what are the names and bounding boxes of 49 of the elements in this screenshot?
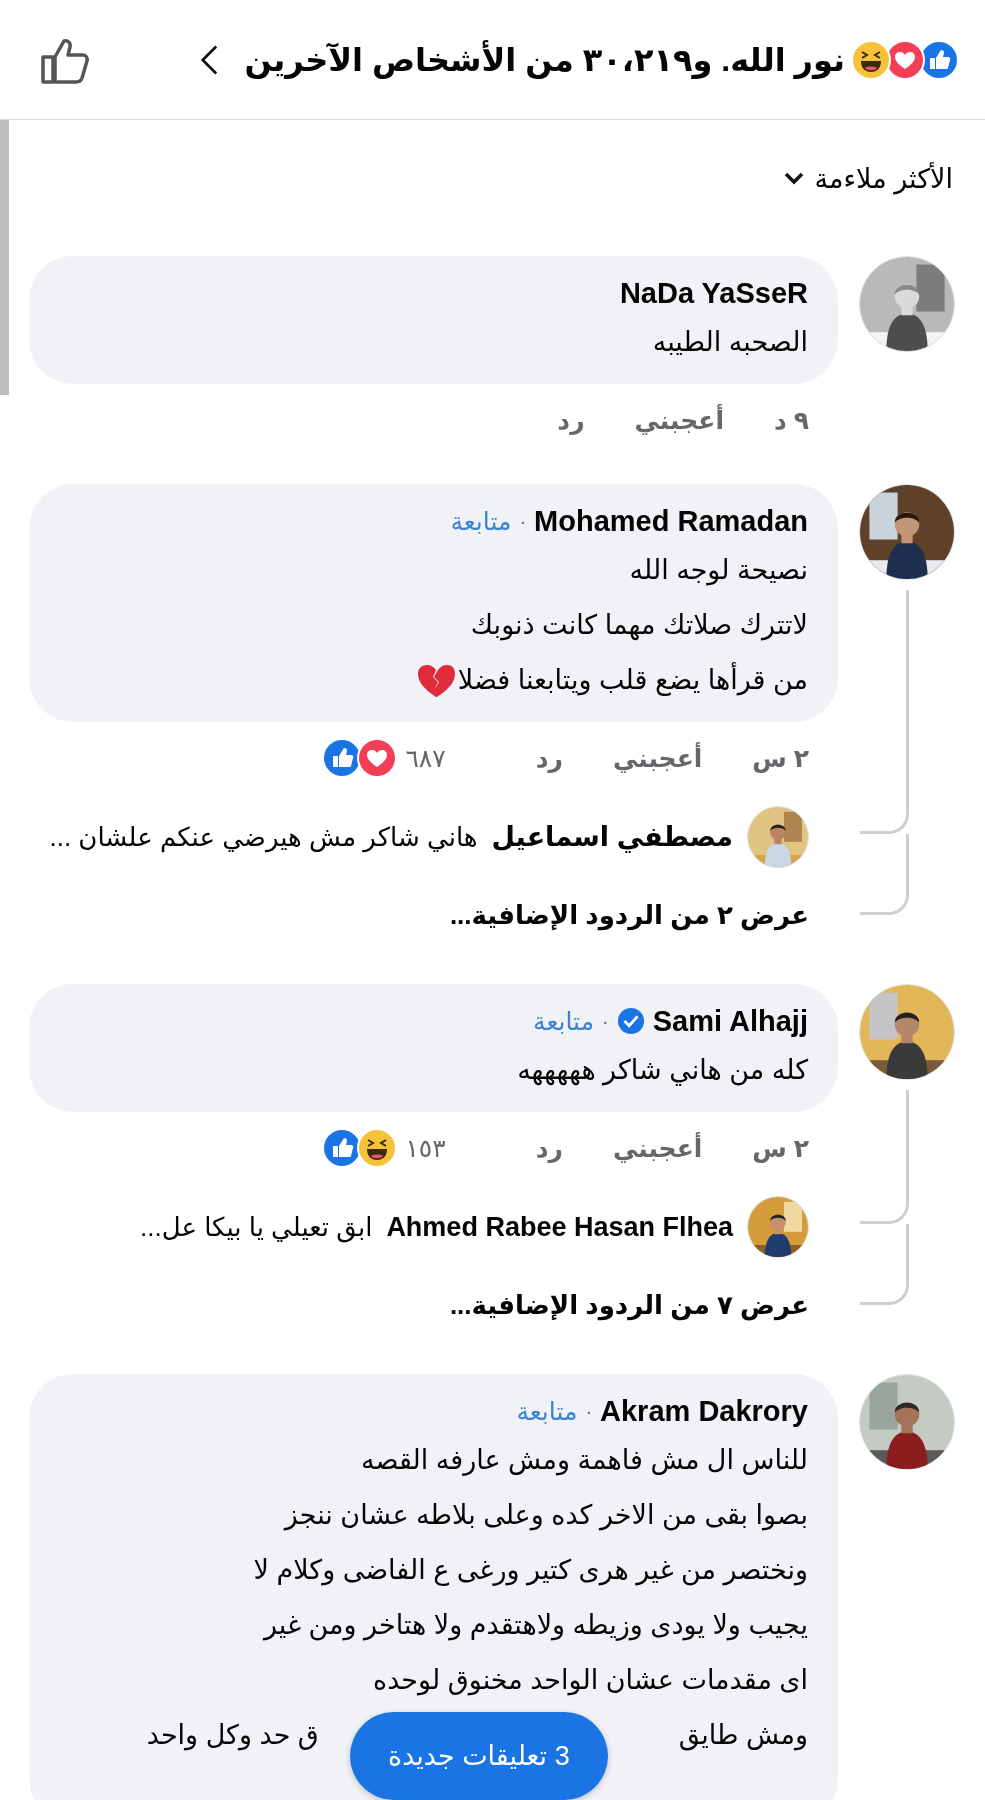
reply-author[interactable]: Ahmed Rabee Hasan Flhea <box>386 1211 733 1243</box>
chevron-icon[interactable] <box>200 43 219 76</box>
comment-text: ونختصر من غير هرى كتير ورغى ع الفاضى وكلام لا <box>253 1554 808 1588</box>
follow-link[interactable]: متابعة <box>516 1396 578 1426</box>
author-name[interactable]: Akram Dakrory <box>600 1394 808 1428</box>
comment-text: يجيب ولا يودى وزيطه ولاهتقدم ولا هتاخر ومن غير <box>263 1609 808 1643</box>
comment-time: ٢ س <box>752 743 809 773</box>
reaction-count[interactable]: ١٥٣ <box>405 1133 446 1163</box>
separator-dot: · <box>519 509 527 533</box>
new-comments-button[interactable]: 3 تعليقات جديدة <box>350 1712 608 1800</box>
reaction-count[interactable]: ٦٨٧ <box>405 743 446 773</box>
comment-text: ق حد وكل واحد <box>146 1719 319 1753</box>
follow-link[interactable]: متابعة <box>450 506 512 536</box>
scroll-bar[interactable] <box>0 120 9 395</box>
haha-reaction-icon <box>357 1128 398 1168</box>
haha-reaction-icon <box>851 39 891 80</box>
broken-heart-icon <box>415 662 456 699</box>
comment-text: من قرأها يضع قلب ويتابعنا فضلا <box>457 653 808 708</box>
like-link[interactable]: أعجبني <box>634 405 724 435</box>
love-reaction-icon <box>357 738 398 778</box>
comment-text: كله من هاني شاكر هههههه <box>517 1054 808 1088</box>
separator-dot: · <box>585 1399 593 1423</box>
reactors-title[interactable]: نور الله. و٣٠،٢١٩ من الأشخاص الآخرين <box>244 40 845 79</box>
comment-text: اى مقدمات عشان الواحد مخنوق لوحده <box>373 1664 808 1698</box>
more-replies-link[interactable]: عرض ٢ من الردود الإضافية... <box>449 890 838 940</box>
author-name[interactable]: NaDa YaSseR <box>619 276 808 310</box>
reply-link[interactable]: رد <box>535 1133 563 1163</box>
reply-text: ابق تعيلي يا بيكا عل... <box>140 1211 373 1243</box>
chevron-down-icon <box>784 172 805 186</box>
reply-text: هاني شاكر مش هيرضي عنكم علشان ... <box>49 821 478 853</box>
sort-dropdown[interactable]: الأكثر ملاءمة <box>784 158 953 200</box>
comment-text: لاتترك صلاتك مهما كانت ذنوبك <box>470 609 808 643</box>
comment-text: الصحبه الطيبه <box>652 326 808 359</box>
reply-link[interactable]: رد <box>535 743 563 773</box>
comment-time: ٢ س <box>752 1133 809 1163</box>
comment-text: ومش طايق <box>678 1719 808 1753</box>
like-link[interactable]: أعجبني <box>612 743 703 773</box>
author-name[interactable]: Mohamed Ramadan <box>534 504 808 538</box>
comment-time: ٩ د <box>773 405 809 435</box>
separator-dot: · <box>602 1009 609 1033</box>
comment-text: نصيحة لوجه الله <box>629 554 808 588</box>
more-replies-link[interactable]: عرض ٧ من الردود الإضافية... <box>449 1280 838 1330</box>
reply-link[interactable]: رد <box>557 405 585 435</box>
reply-author[interactable]: مصطفي اسماعيل <box>491 821 733 853</box>
comment-text: بصوا بقى من الاخر كده وعلى بلاطه عشان ننجز <box>284 1499 808 1533</box>
follow-link[interactable]: متابعة <box>533 1006 595 1036</box>
comment-text: للناس ال مش فاهمة ومش عارفه القصه <box>361 1444 808 1478</box>
like-link[interactable]: أعجبني <box>612 1133 703 1163</box>
author-name[interactable]: Sami Alhajj <box>652 1004 808 1038</box>
